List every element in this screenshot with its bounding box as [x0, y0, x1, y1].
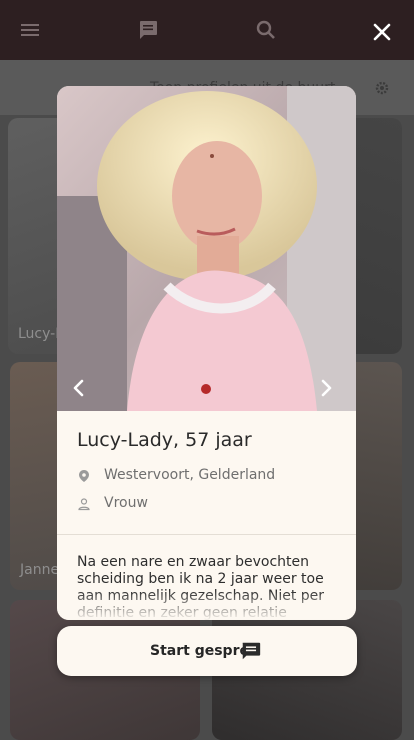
profile-location: Westervoort, Gelderland	[104, 467, 276, 483]
menu-icon[interactable]	[18, 18, 42, 42]
profile-title: Lucy-Lady, 57 jaar	[77, 429, 252, 451]
bio-fade	[57, 591, 356, 620]
chat-icon[interactable]	[136, 18, 160, 42]
chevron-right-icon[interactable]	[314, 376, 338, 400]
profile-gender: Vrouw	[104, 495, 148, 511]
close-icon[interactable]	[368, 18, 396, 46]
divider	[57, 534, 356, 535]
profile-card-name: Janne	[20, 562, 60, 578]
top-app-bar	[0, 0, 414, 60]
profile-photo-illustration	[57, 86, 356, 411]
search-icon[interactable]	[254, 18, 278, 42]
profile-photo[interactable]	[57, 86, 356, 411]
person-icon	[78, 498, 90, 511]
chat-icon	[242, 642, 261, 660]
photo-indicator-dot	[201, 384, 211, 394]
profile-modal: Lucy-Lady, 57 jaar Westervoort, Gelderla…	[57, 86, 356, 620]
settings-icon[interactable]	[374, 80, 390, 96]
chevron-left-icon[interactable]	[67, 376, 91, 400]
start-chat-button[interactable]: Start gesprek	[57, 626, 357, 676]
location-icon	[79, 470, 89, 482]
